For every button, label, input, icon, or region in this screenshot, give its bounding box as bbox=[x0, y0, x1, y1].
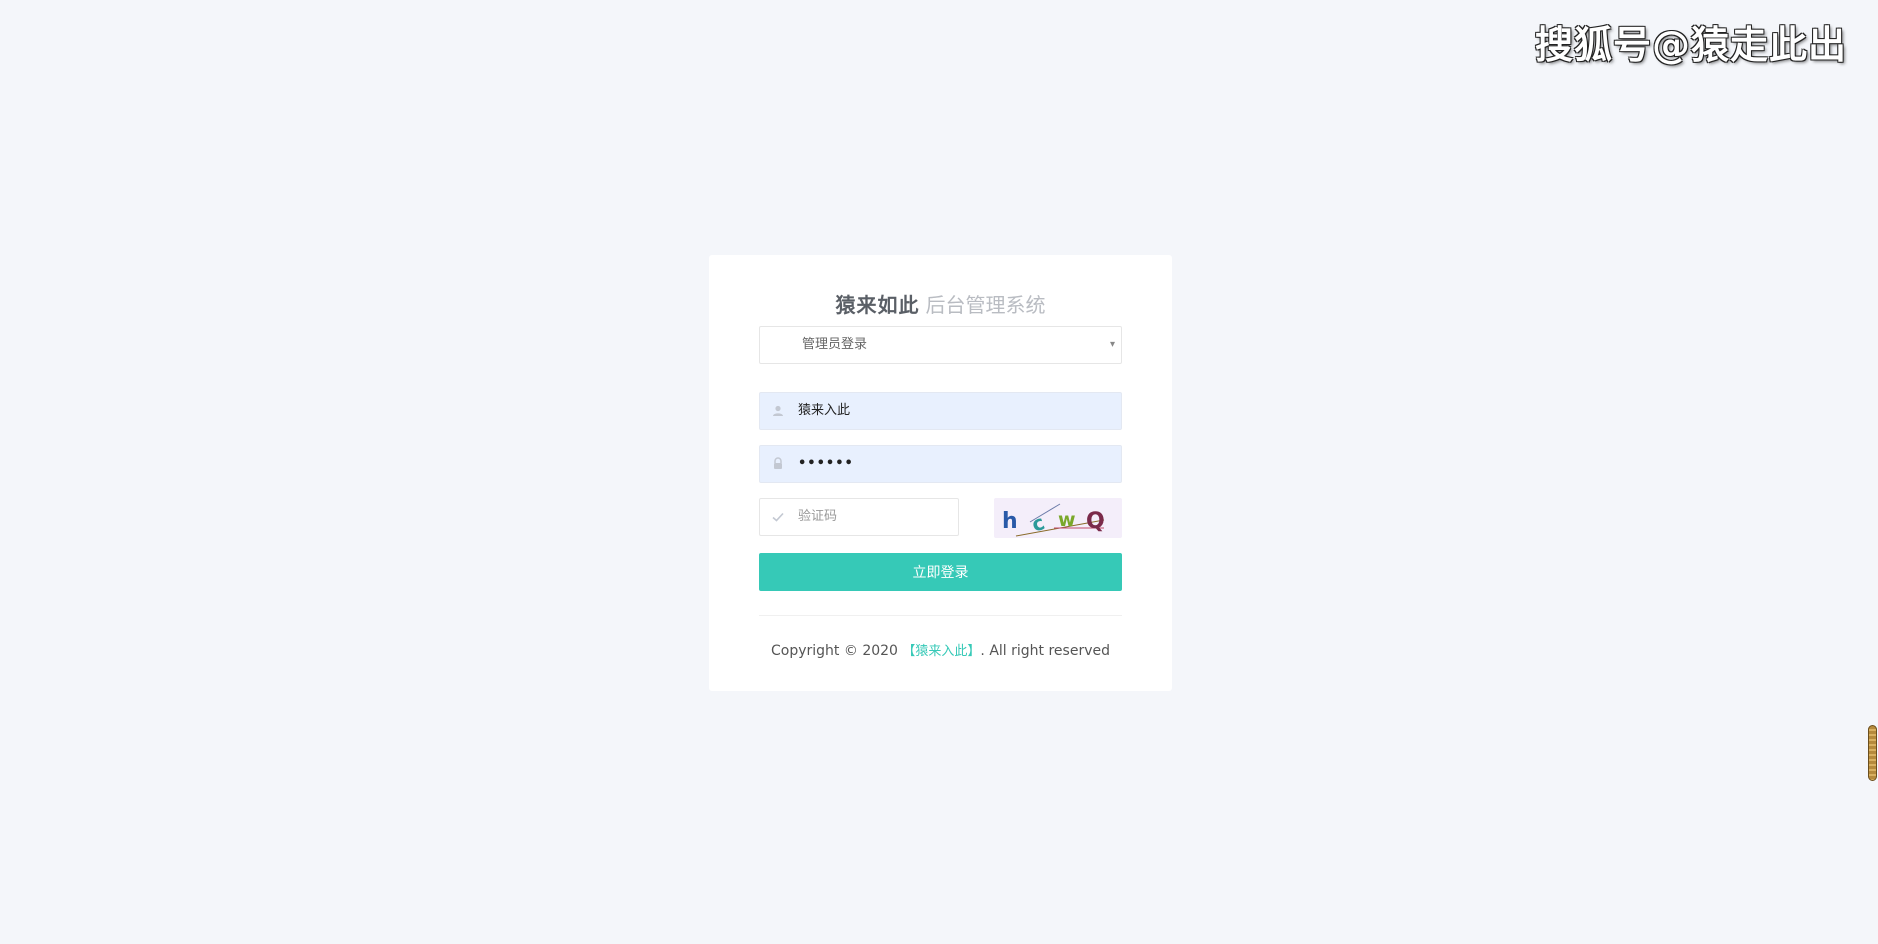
password-value: •••••• bbox=[798, 456, 854, 471]
login-button[interactable]: 立即登录 bbox=[759, 553, 1122, 591]
captcha-char-3: w bbox=[1058, 509, 1076, 531]
role-select-value: 管理员登录 bbox=[802, 337, 868, 352]
lock-icon bbox=[770, 456, 786, 472]
copyright-footer: Copyright © 2020 【猿来入此】. All right reser… bbox=[709, 640, 1172, 659]
username-value: 猿来入此 bbox=[798, 403, 851, 418]
brand-logo-text: 猿来如此 bbox=[835, 293, 920, 317]
captcha-image[interactable]: h c w Q bbox=[994, 498, 1122, 538]
copyright-link[interactable]: 【猿来入此】 bbox=[902, 644, 980, 659]
captcha-char-2: c bbox=[1028, 510, 1047, 537]
chevron-down-icon: ▾ bbox=[1109, 339, 1115, 350]
login-card: 猿来如此 后台管理系统 管理员登录 ▾ 猿来入此 •••••• 验证码 h c … bbox=[709, 255, 1172, 691]
system-subtitle: 后台管理系统 bbox=[925, 293, 1046, 317]
copyright-prefix: Copyright © 2020 bbox=[771, 643, 898, 659]
password-field[interactable]: •••••• bbox=[759, 445, 1122, 483]
captcha-input[interactable]: 验证码 bbox=[759, 498, 959, 536]
captcha-char-1: h bbox=[1002, 509, 1018, 534]
check-icon bbox=[770, 509, 786, 525]
copyright-suffix: . All right reserved bbox=[980, 643, 1110, 659]
user-icon bbox=[770, 403, 786, 419]
watermark-text: 搜狐号@猿走此出 bbox=[1535, 23, 1848, 67]
scrollbar-handle[interactable] bbox=[1868, 725, 1877, 781]
username-field[interactable]: 猿来入此 bbox=[759, 392, 1122, 430]
captcha-placeholder: 验证码 bbox=[798, 509, 838, 524]
captcha-char-4: Q bbox=[1086, 509, 1105, 534]
page-title: 猿来如此 后台管理系统 bbox=[709, 289, 1172, 318]
divider bbox=[759, 615, 1122, 616]
role-select[interactable]: 管理员登录 ▾ bbox=[759, 326, 1122, 364]
